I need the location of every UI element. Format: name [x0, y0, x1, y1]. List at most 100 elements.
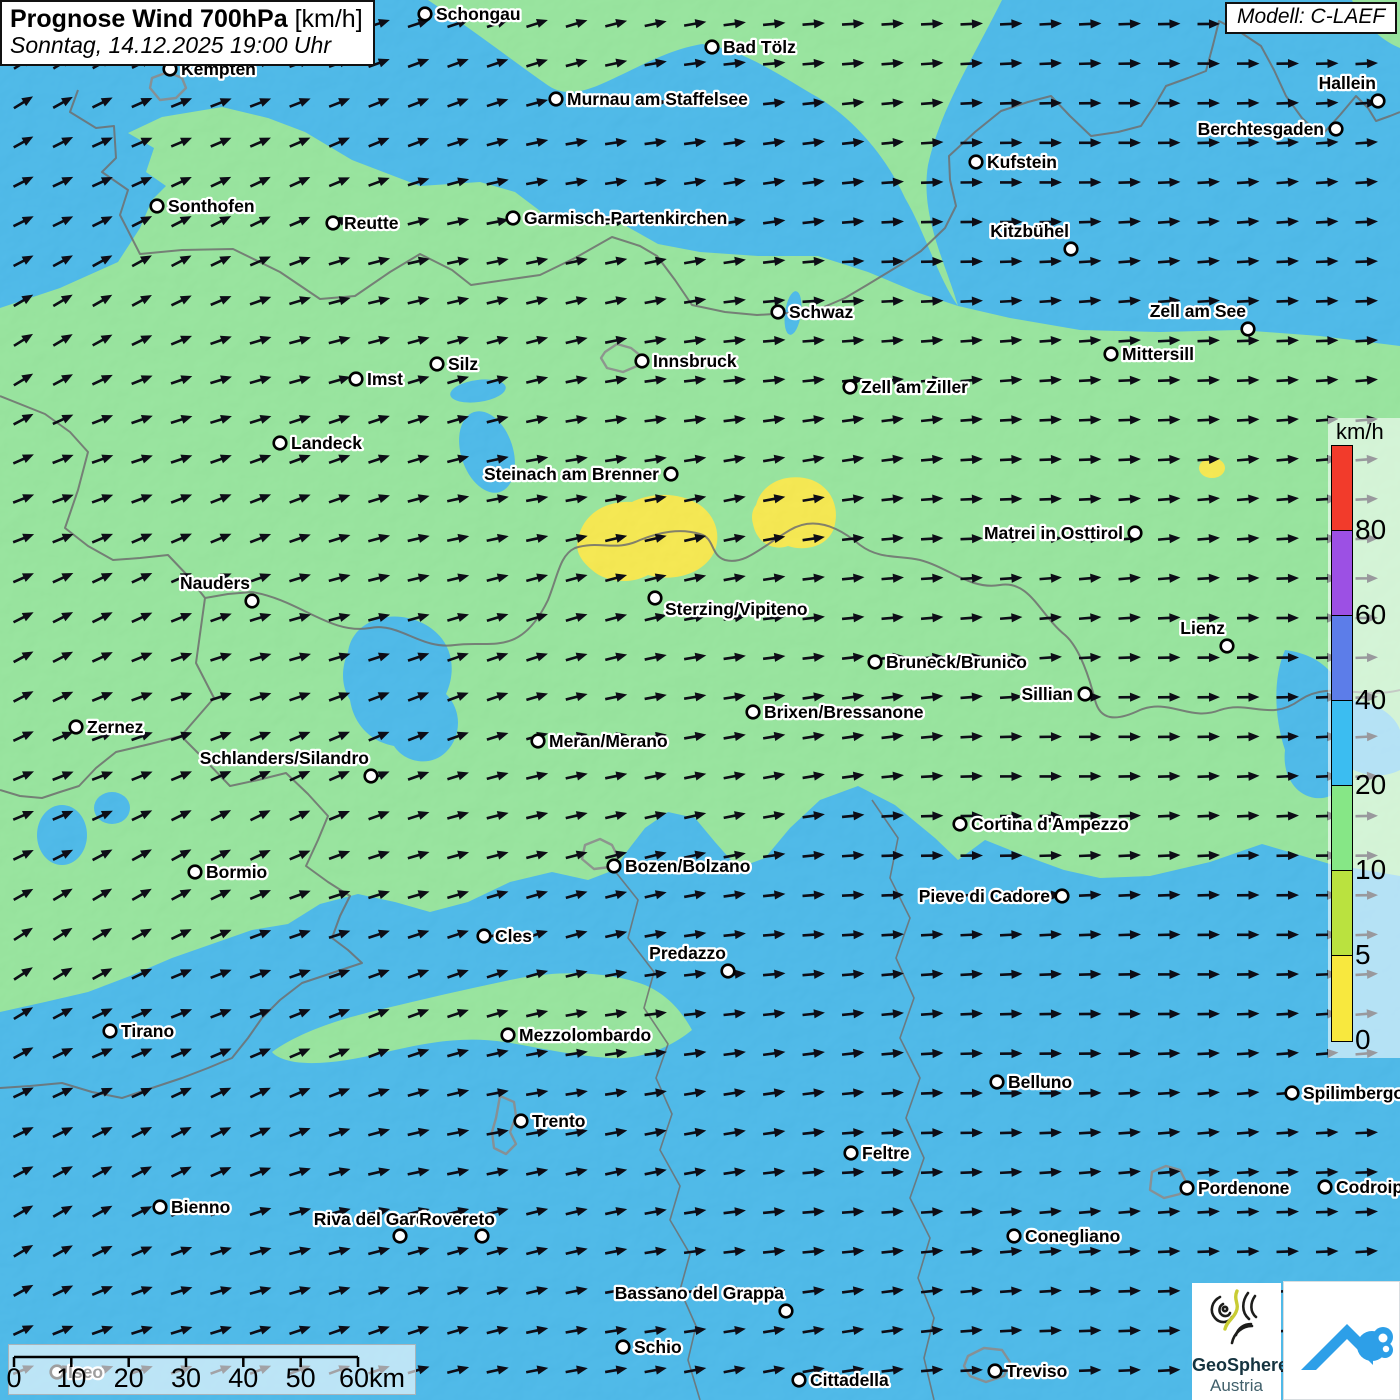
- scale-tick-10: 10: [56, 1363, 86, 1394]
- city-dot: [608, 860, 621, 873]
- city-label: Garmisch-Partenkirchen: [524, 208, 727, 228]
- city-label: Rovereto: [419, 1209, 495, 1229]
- geosphere-logo-icon: [1192, 1283, 1281, 1355]
- city-marker: Pordenone: [1181, 1178, 1290, 1198]
- city-dot: [665, 468, 678, 481]
- city-dot: [845, 1147, 858, 1160]
- city-dot: [954, 818, 967, 831]
- city-dot: [1079, 688, 1092, 701]
- city-dot: [636, 355, 649, 368]
- city-dot: [1319, 1181, 1332, 1194]
- city-marker: Mezzolombardo: [502, 1025, 652, 1045]
- map-title: Prognose Wind 700hPa [km/h]: [10, 5, 363, 33]
- city-label: Kufstein: [987, 152, 1057, 172]
- city-marker: Murnau am Staffelsee: [550, 89, 748, 109]
- map-subtitle-datetime: Sonntag, 14.12.2025 19:00 Uhr: [10, 33, 363, 59]
- legend-segment-0-5: [1332, 956, 1352, 1041]
- city-dot: [246, 595, 259, 608]
- city-marker: Matrei in Osttirol: [984, 523, 1141, 543]
- city-dot: [1286, 1087, 1299, 1100]
- city-label: Bassano del Grappa: [615, 1283, 784, 1303]
- legend-segment-40-60: [1332, 616, 1352, 701]
- legend-segment-60-80: [1332, 531, 1352, 616]
- city-dot: [1181, 1182, 1194, 1195]
- legend-value-40: 40: [1355, 684, 1386, 716]
- city-label: Bienno: [171, 1197, 230, 1217]
- city-marker: Imst: [350, 369, 403, 389]
- city-dot: [772, 306, 785, 319]
- map-canvas: SchongauBad TölzKemptenMurnau am Staffel…: [0, 0, 1400, 1400]
- city-marker: Garmisch-Partenkirchen: [507, 208, 728, 228]
- city-dot: [1065, 243, 1078, 256]
- city-label: Lienz: [1180, 618, 1225, 638]
- city-label: Sonthofen: [168, 196, 255, 216]
- city-dot: [747, 706, 760, 719]
- city-label: Berchtesgaden: [1198, 119, 1324, 139]
- city-marker: Meran/Merano: [532, 731, 668, 751]
- city-dot: [154, 1201, 167, 1214]
- city-label: Sterzing/Vipiteno: [665, 599, 808, 619]
- city-label: Tirano: [121, 1021, 174, 1041]
- city-dot: [844, 381, 857, 394]
- legend-value-80: 80: [1355, 514, 1386, 546]
- city-dot: [1056, 890, 1069, 903]
- city-label: Belluno: [1008, 1072, 1072, 1092]
- city-dot: [970, 156, 983, 169]
- city-label: Zell am See: [1150, 301, 1247, 321]
- scale-tick-0: 0: [6, 1363, 21, 1394]
- city-label: Sillian: [1021, 684, 1073, 704]
- legend-segment-10-20: [1332, 786, 1352, 871]
- city-label: Silz: [448, 354, 478, 374]
- city-dot: [394, 1230, 407, 1243]
- city-label: Innsbruck: [653, 351, 737, 371]
- mountain-cloud-logo-icon: [1284, 1282, 1399, 1399]
- city-dot: [350, 373, 363, 386]
- geosphere-austria-logo: GeoSphere Austria: [1192, 1283, 1281, 1400]
- city-dot: [1129, 527, 1142, 540]
- mountain-cloud-logo: [1283, 1281, 1400, 1400]
- city-dot: [706, 41, 719, 54]
- scale-tick-20: 20: [114, 1363, 144, 1394]
- legend-value-5: 5: [1355, 939, 1371, 971]
- city-dot: [1242, 323, 1255, 336]
- city-label: Cittadella: [810, 1370, 889, 1390]
- city-dot: [151, 200, 164, 213]
- city-marker: Steinach am Brenner: [484, 464, 677, 484]
- city-dot: [502, 1029, 515, 1042]
- city-dot: [70, 721, 83, 734]
- city-dot: [550, 93, 563, 106]
- city-dot: [793, 1374, 806, 1387]
- city-label: Mezzolombardo: [519, 1025, 651, 1045]
- city-dot: [1330, 123, 1343, 136]
- city-label: Nauders: [180, 573, 250, 593]
- legend-value-20: 20: [1355, 769, 1386, 801]
- map-scale-bar: 0102030405060km: [8, 1344, 416, 1395]
- city-dot: [1372, 95, 1385, 108]
- city-dot: [532, 735, 545, 748]
- city-label: Spilimbergo: [1303, 1083, 1400, 1103]
- legend-color-bar: [1331, 445, 1353, 1042]
- city-label: Trento: [532, 1111, 585, 1131]
- city-dot: [189, 866, 202, 879]
- city-dot: [989, 1365, 1002, 1378]
- city-dot: [1105, 348, 1118, 361]
- city-label: Conegliano: [1025, 1226, 1120, 1246]
- city-label: Cortina d'Ampezzo: [971, 814, 1129, 834]
- city-label: Kitzbühel: [990, 221, 1069, 241]
- city-label: Schlanders/Silandro: [200, 748, 369, 768]
- legend-value-10: 10: [1355, 854, 1386, 886]
- city-label: Reutte: [344, 213, 399, 233]
- city-marker: Brixen/Bressanone: [747, 702, 924, 722]
- city-dot: [515, 1115, 528, 1128]
- city-label: Imst: [367, 369, 403, 389]
- city-label: Schio: [634, 1337, 682, 1357]
- city-dot: [327, 217, 340, 230]
- city-label: Cles: [495, 926, 532, 946]
- city-dot: [431, 358, 444, 371]
- scale-tick-40: 40: [228, 1363, 258, 1394]
- city-label: Bad Tölz: [723, 37, 796, 57]
- geosphere-logo-text: GeoSphere: [1192, 1355, 1281, 1376]
- city-marker: Bruneck/Brunico: [869, 652, 1027, 672]
- legend-segment->80: [1332, 446, 1352, 531]
- geosphere-logo-subtext: Austria: [1192, 1376, 1281, 1396]
